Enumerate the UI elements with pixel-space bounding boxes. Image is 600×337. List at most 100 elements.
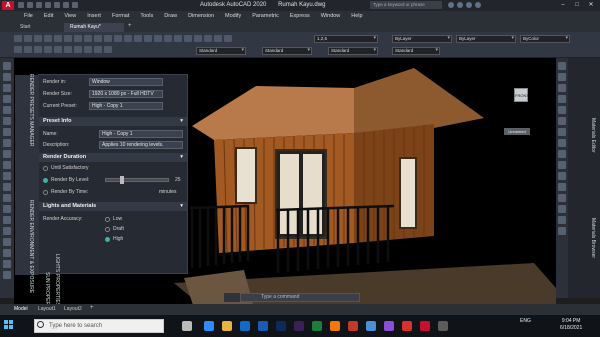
mirror-icon[interactable]	[114, 35, 122, 42]
stretch-icon[interactable]	[204, 35, 212, 42]
add-layout-button[interactable]: +	[90, 305, 94, 311]
menu-tools[interactable]: Tools	[140, 13, 153, 19]
modify-array-icon[interactable]	[558, 183, 566, 191]
onenote-icon[interactable]	[384, 321, 394, 331]
photoshop-icon[interactable]	[276, 321, 286, 331]
undo-icon[interactable]	[63, 2, 69, 8]
pan-icon[interactable]	[34, 46, 42, 53]
circle-tool-icon[interactable]	[3, 128, 11, 136]
menu-help[interactable]: Help	[351, 13, 362, 19]
fillet-icon[interactable]	[164, 35, 172, 42]
illustrator-icon[interactable]	[330, 321, 340, 331]
help-search-input[interactable]: Type a keyword or phrase	[370, 1, 442, 9]
insert-icon[interactable]	[224, 35, 232, 42]
sun-icon[interactable]	[84, 46, 92, 53]
name-field[interactable]: High - Copy 1	[99, 130, 183, 138]
modify-fillet-icon[interactable]	[558, 161, 566, 169]
accuracy-high-radio[interactable]	[105, 237, 110, 242]
menu-file[interactable]: File	[24, 13, 33, 19]
modify-join-icon[interactable]	[558, 216, 566, 224]
modify-mirror-icon[interactable]	[558, 106, 566, 114]
render-presets-manager-label[interactable]: RENDER PRESETS MANAGER	[28, 74, 34, 147]
menu-express[interactable]: Express	[290, 13, 310, 19]
polyline-tool-icon[interactable]	[3, 84, 11, 92]
move-icon[interactable]	[84, 35, 92, 42]
modify-chamfer-icon[interactable]	[558, 172, 566, 180]
rectangle-icon[interactable]	[54, 35, 62, 42]
scale-icon[interactable]	[194, 35, 202, 42]
table-style-dropdown[interactable]: Standard	[328, 47, 378, 55]
tab-start[interactable]: Start	[14, 23, 37, 31]
line-icon[interactable]	[14, 35, 22, 42]
tab-rumah-kayu[interactable]: Rumah Kayu*	[64, 23, 124, 32]
layout-tab-layout2[interactable]: Layout2	[64, 306, 82, 312]
menu-dimension[interactable]: Dimension	[188, 13, 214, 19]
app-icon[interactable]	[438, 321, 448, 331]
polygon-icon[interactable]	[3, 95, 11, 103]
lights-icon[interactable]	[74, 46, 82, 53]
materials-icon[interactable]	[64, 46, 72, 53]
vscode-icon[interactable]	[258, 321, 268, 331]
modify-explode-icon[interactable]	[558, 194, 566, 202]
region-icon[interactable]	[3, 238, 11, 246]
mleader-style-dropdown[interactable]: Standard	[392, 47, 440, 55]
file-explorer-icon[interactable]	[222, 321, 232, 331]
copy-icon[interactable]	[94, 35, 102, 42]
gradient-icon[interactable]	[3, 227, 11, 235]
task-view-icon[interactable]	[182, 321, 192, 331]
make-block-icon[interactable]	[3, 194, 11, 202]
materials-browser-label[interactable]: Materials Browser	[590, 218, 596, 258]
insert-block-icon[interactable]	[3, 183, 11, 191]
modify-trim-icon[interactable]	[558, 128, 566, 136]
modify-extend-icon[interactable]	[558, 139, 566, 147]
render-icon[interactable]	[54, 46, 62, 53]
autocad-taskbar-icon[interactable]	[348, 321, 358, 331]
dim-style-dropdown[interactable]: Standard	[262, 47, 312, 55]
arc-icon[interactable]	[44, 35, 52, 42]
accuracy-low-radio[interactable]	[105, 217, 110, 222]
user-icon[interactable]	[457, 2, 463, 8]
render-environment-label[interactable]: RENDER ENVIRONMENT & EXPOSURE	[28, 200, 34, 293]
color-dropdown[interactable]: ByColor	[520, 35, 570, 43]
array-icon[interactable]	[134, 35, 142, 42]
mtext-icon[interactable]	[3, 260, 11, 268]
menu-window[interactable]: Window	[321, 13, 341, 19]
plot-icon[interactable]	[54, 2, 60, 8]
render-by-level-radio[interactable]	[43, 178, 48, 183]
render-in-select[interactable]: Window	[89, 78, 163, 86]
menu-format[interactable]: Format	[112, 13, 129, 19]
hatch-icon[interactable]	[64, 35, 72, 42]
modify-break-icon[interactable]	[558, 227, 566, 235]
open-icon[interactable]	[27, 2, 33, 8]
new-icon[interactable]	[18, 2, 24, 8]
lineweight-dropdown[interactable]: ByLayer	[456, 35, 516, 43]
cart-icon[interactable]	[466, 2, 472, 8]
rotate-icon[interactable]	[104, 35, 112, 42]
acrobat-icon[interactable]	[402, 321, 412, 331]
zoom-icon[interactable]	[24, 46, 32, 53]
table-icon[interactable]	[3, 249, 11, 257]
visual-style-icon[interactable]	[104, 46, 112, 53]
minimize-icon[interactable]: –	[556, 0, 570, 10]
add-selected-icon[interactable]	[3, 271, 11, 279]
language-indicator[interactable]: ENG	[520, 318, 531, 324]
text-style-dropdown[interactable]: Standard	[196, 47, 246, 55]
construction-line-icon[interactable]	[3, 73, 11, 81]
new-tab-button[interactable]: +	[128, 23, 132, 29]
level-slider-thumb[interactable]	[120, 176, 124, 184]
orbit-icon[interactable]	[44, 46, 52, 53]
modify-rotate-icon[interactable]	[558, 95, 566, 103]
sketchup-icon[interactable]	[312, 321, 322, 331]
system-clock[interactable]: 9:04 PM 6/18/2021	[560, 318, 582, 332]
render-duration-header[interactable]: Render Duration	[39, 153, 187, 162]
menu-draw[interactable]: Draw	[164, 13, 177, 19]
redo-icon[interactable]	[72, 2, 78, 8]
properties-label[interactable]: PROPERTIES	[54, 274, 60, 306]
accuracy-draft-radio[interactable]	[105, 227, 110, 232]
offset-icon[interactable]	[124, 35, 132, 42]
level-slider-track[interactable]	[105, 178, 169, 182]
menu-edit[interactable]: Edit	[44, 13, 53, 19]
taskbar-search-input[interactable]: Type here to search	[34, 319, 164, 333]
save-icon[interactable]	[36, 2, 42, 8]
current-preset-select[interactable]: High - Copy 1	[89, 102, 163, 110]
